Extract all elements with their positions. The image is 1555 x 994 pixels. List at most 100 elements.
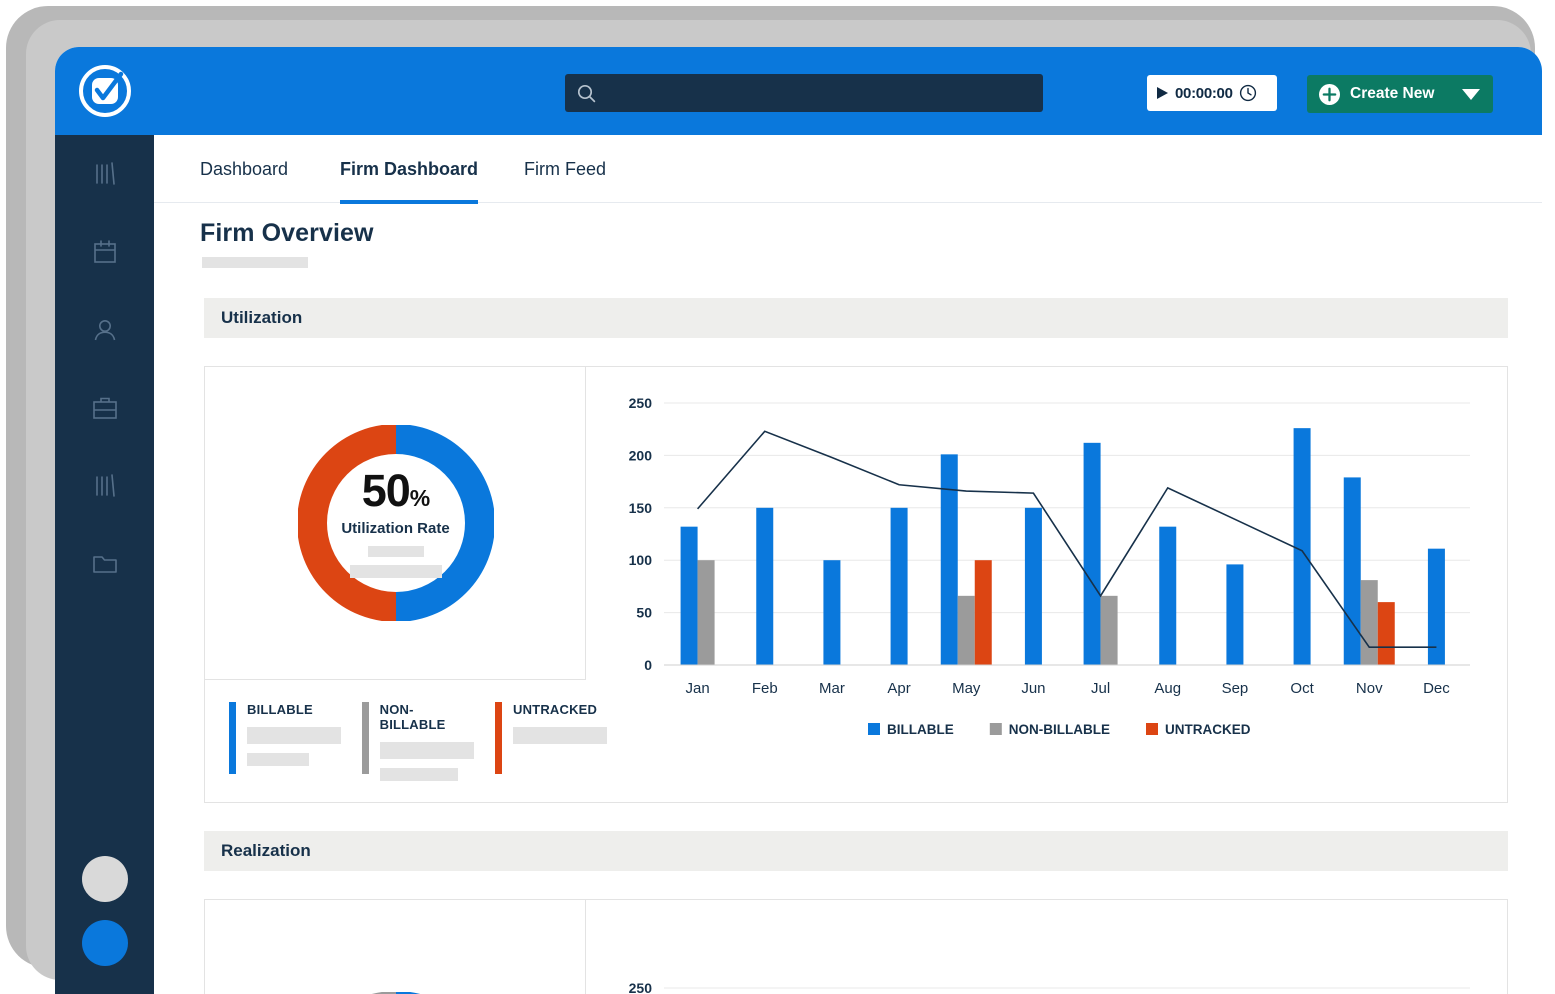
utilization-donut: 50% Utilization Rate: [205, 367, 586, 679]
utilization-percent-unit: %: [410, 485, 429, 511]
realization-chart[interactable]: 250: [586, 900, 1508, 994]
bar-billable-mar[interactable]: [823, 560, 840, 665]
sidebar-item-reports[interactable]: [55, 447, 154, 525]
legend-swatch-billable: [229, 702, 236, 774]
sidebar-item-calendar[interactable]: [55, 213, 154, 291]
legend-label-billable: BILLABLE: [247, 702, 341, 717]
section-header-utilization: Utilization: [204, 298, 1508, 338]
chart-legend-label[interactable]: NON-BILLABLE: [1009, 722, 1110, 737]
chart-legend-swatch: [1146, 723, 1158, 735]
contacts-icon: [90, 315, 120, 345]
section-title-realization: Realization: [221, 841, 311, 861]
documents-icon: [90, 549, 120, 579]
create-new-button[interactable]: Create New: [1307, 75, 1493, 113]
legend-item-billable: BILLABLE: [229, 702, 341, 803]
clock-icon[interactable]: [1239, 84, 1257, 102]
tab-firm-dashboard-label: Firm Dashboard: [340, 159, 478, 180]
sidebar-item-timekeeping[interactable]: [55, 135, 154, 213]
tab-dashboard-label: Dashboard: [200, 159, 288, 180]
create-new-label: Create New: [1350, 85, 1451, 103]
chart-legend-swatch: [990, 723, 1002, 735]
search-bar[interactable]: [565, 74, 1043, 112]
utilization-chart[interactable]: 050100150200250JanFebMarAprMayJunJulAugS…: [586, 367, 1508, 803]
bar-billable-jan[interactable]: [681, 527, 698, 665]
section-title-utilization: Utilization: [221, 308, 302, 328]
timekeeping-icon: [90, 159, 120, 189]
utilization-panel: 50% Utilization Rate BIL: [204, 366, 1508, 803]
utilization-legend: BILLABLE NON-BILLABLE: [205, 679, 586, 803]
chart-legend-label[interactable]: UNTRACKED: [1165, 722, 1251, 737]
tab-dashboard[interactable]: Dashboard: [200, 135, 288, 203]
status-indicator[interactable]: [82, 920, 128, 966]
sidebar: [55, 135, 154, 994]
bar-billable-aug[interactable]: [1159, 527, 1176, 665]
timer-value: 00:00:00: [1175, 85, 1233, 102]
legend-label-non-billable: NON-BILLABLE: [380, 702, 474, 732]
search-icon: [577, 84, 596, 103]
utilization-skeleton-2: [350, 565, 442, 578]
tab-firm-feed[interactable]: Firm Feed: [524, 135, 606, 203]
y-axis-tick-label: 250: [629, 980, 653, 994]
bar-billable-nov[interactable]: [1344, 477, 1361, 665]
app-screen: 00:00:00 Create: [55, 47, 1542, 994]
sidebar-item-matters[interactable]: [55, 369, 154, 447]
x-axis-tick-label: Oct: [1290, 680, 1314, 697]
legend-swatch-non-billable: [362, 702, 369, 774]
legend-skeleton-billable-1: [247, 727, 341, 744]
tab-firm-feed-label: Firm Feed: [524, 159, 606, 180]
chart-legend-swatch: [868, 723, 880, 735]
bar-untracked-may[interactable]: [975, 560, 992, 665]
x-axis-tick-label: Mar: [819, 680, 845, 697]
legend-item-non-billable: NON-BILLABLE: [362, 702, 474, 803]
legend-swatch-untracked: [495, 702, 502, 774]
utilization-donut-center: 50% Utilization Rate: [341, 468, 449, 578]
device-frame: 00:00:00 Create: [6, 6, 1535, 968]
bar-non-billable-jul[interactable]: [1101, 596, 1118, 665]
sidebar-item-documents[interactable]: [55, 525, 154, 603]
utilization-rate-label: Utilization Rate: [341, 520, 449, 537]
utilization-chart-column: 050100150200250JanFebMarAprMayJunJulAugS…: [586, 367, 1507, 802]
y-axis-tick-label: 250: [629, 395, 653, 411]
bar-non-billable-may[interactable]: [958, 596, 975, 665]
legend-skeleton-billable-2: [247, 753, 309, 766]
timer-widget[interactable]: 00:00:00: [1147, 75, 1277, 111]
realization-donut: [205, 900, 586, 994]
bar-billable-jul[interactable]: [1084, 443, 1101, 665]
reports-icon: [90, 471, 120, 501]
chart-legend-label[interactable]: BILLABLE: [887, 722, 954, 737]
bar-billable-feb[interactable]: [756, 508, 773, 665]
x-axis-tick-label: Sep: [1222, 680, 1249, 697]
top-bar: 00:00:00 Create: [55, 47, 1542, 135]
chevron-down-icon[interactable]: [1461, 88, 1481, 101]
y-axis-tick-label: 0: [644, 657, 652, 673]
device-bezel: 00:00:00 Create: [26, 20, 1531, 980]
page-subtitle-placeholder: [202, 257, 308, 268]
legend-skeleton-non-billable-2: [380, 768, 458, 781]
trend-line[interactable]: [698, 431, 1437, 647]
y-axis-tick-label: 100: [629, 552, 653, 568]
sidebar-item-contacts[interactable]: [55, 291, 154, 369]
search-input[interactable]: [596, 74, 1043, 112]
main-content: Dashboard Firm Dashboard Firm Feed Firm …: [154, 135, 1542, 994]
bar-billable-sep[interactable]: [1226, 564, 1243, 665]
bar-billable-may[interactable]: [941, 454, 958, 665]
bar-billable-apr[interactable]: [891, 508, 908, 665]
bar-billable-oct[interactable]: [1294, 428, 1311, 665]
x-axis-tick-label: Jun: [1021, 680, 1045, 697]
tab-firm-dashboard[interactable]: Firm Dashboard: [340, 135, 478, 203]
bar-non-billable-nov[interactable]: [1361, 580, 1378, 665]
checkmark-circle-logo[interactable]: [77, 63, 133, 119]
bar-billable-jun[interactable]: [1025, 508, 1042, 665]
realization-panel: 250: [204, 899, 1508, 994]
plus-circle-icon: [1319, 84, 1340, 105]
x-axis-tick-label: Dec: [1423, 680, 1450, 697]
utilization-percent-value: 50%: [362, 468, 430, 513]
play-icon[interactable]: [1156, 86, 1169, 100]
avatar[interactable]: [82, 856, 128, 902]
bar-non-billable-jan[interactable]: [698, 560, 715, 665]
calendar-icon: [90, 237, 120, 267]
x-axis-tick-label: Feb: [752, 680, 778, 697]
utilization-percent-number: 50: [362, 465, 410, 516]
bar-untracked-nov[interactable]: [1378, 602, 1395, 665]
realization-chart-column: 250: [586, 900, 1507, 994]
